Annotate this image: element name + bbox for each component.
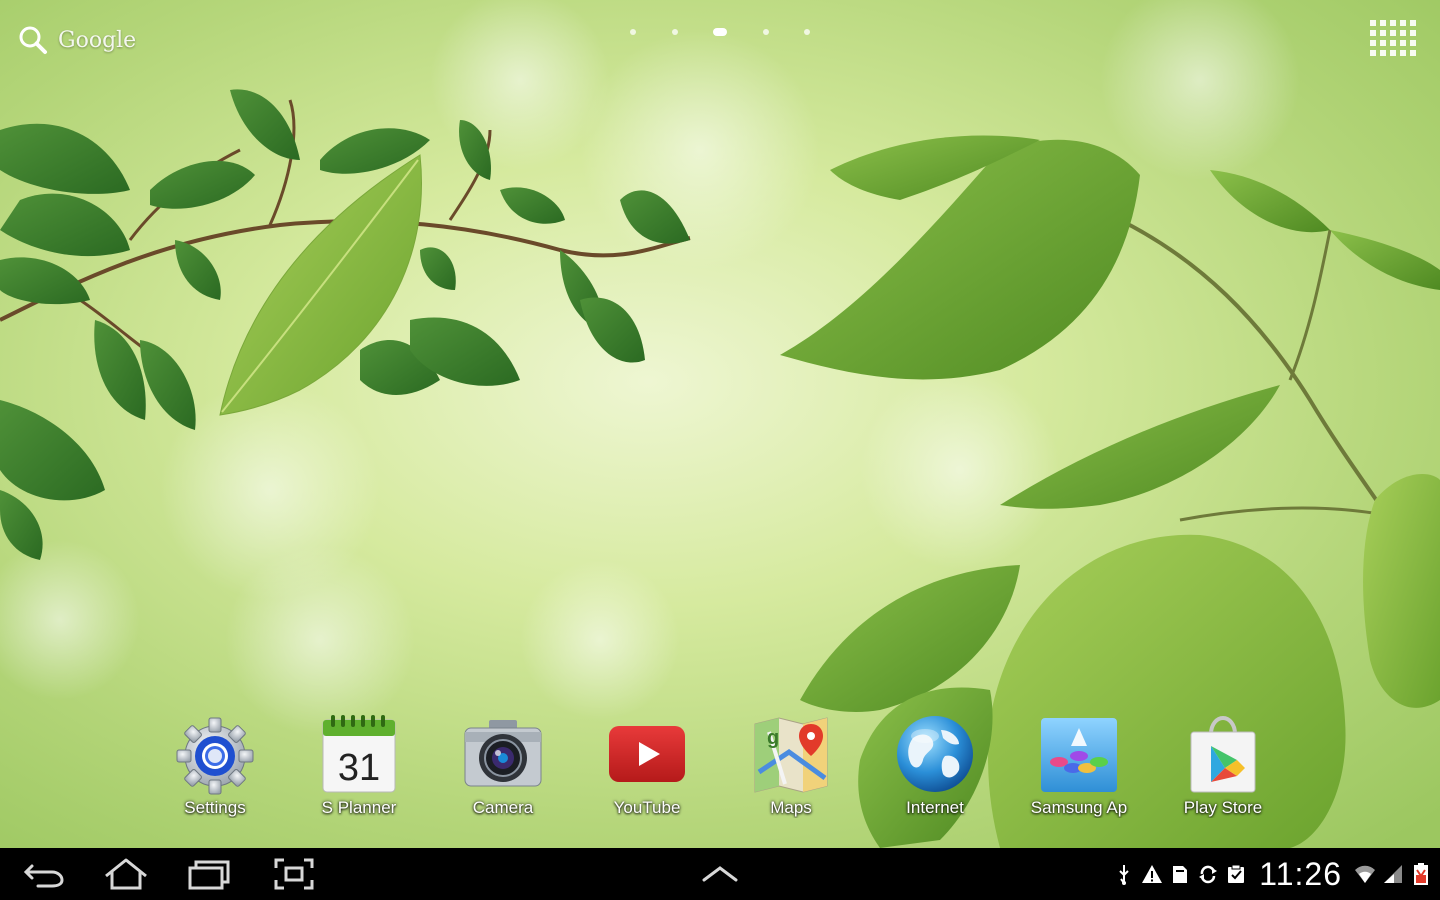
app-label: Play Store bbox=[1183, 798, 1263, 817]
clipboard-check-icon bbox=[1228, 864, 1245, 883]
clock-time: 11:26 bbox=[1259, 855, 1342, 892]
app-internet[interactable]: Internet bbox=[863, 712, 1007, 830]
camera-icon bbox=[464, 720, 542, 787]
page-dot-2[interactable] bbox=[671, 29, 678, 35]
page-dot-3-active[interactable] bbox=[713, 28, 727, 36]
youtube-play-icon bbox=[609, 726, 685, 782]
app-dock: Settings 31 S Planner Camera YouTube g M… bbox=[140, 712, 1300, 832]
app-label: Internet bbox=[906, 798, 964, 817]
app-samsung-apps[interactable]: Samsung Ap bbox=[1007, 712, 1151, 830]
battery-icon bbox=[1414, 863, 1428, 885]
svg-text:g: g bbox=[767, 727, 779, 749]
app-youtube[interactable]: YouTube bbox=[575, 712, 719, 830]
google-search-bar[interactable]: Google bbox=[18, 22, 136, 58]
search-icon bbox=[19, 26, 47, 54]
app-s-planner[interactable]: 31 S Planner bbox=[287, 712, 431, 830]
app-label: S Planner bbox=[321, 798, 397, 817]
screenshot-capture-icon[interactable] bbox=[268, 856, 320, 892]
calendar-icon: 31 bbox=[322, 715, 396, 793]
settings-gear-icon bbox=[176, 717, 254, 795]
sync-icon bbox=[1199, 865, 1218, 884]
calendar-day-text: 31 bbox=[338, 747, 380, 789]
app-label: Maps bbox=[770, 798, 812, 817]
back-icon[interactable] bbox=[18, 856, 70, 892]
page-dot-5[interactable] bbox=[804, 29, 810, 35]
app-label: YouTube bbox=[613, 798, 681, 817]
play-store-bag-icon bbox=[1190, 715, 1256, 793]
sd-card-icon bbox=[1173, 866, 1188, 883]
map-pin-icon: g bbox=[754, 717, 828, 793]
page-dot-4[interactable] bbox=[762, 29, 769, 35]
app-label: Settings bbox=[184, 798, 246, 817]
page-dot-1[interactable] bbox=[630, 29, 636, 35]
app-label: Samsung Ap bbox=[1030, 798, 1128, 817]
wifi-icon bbox=[1355, 865, 1375, 883]
google-search-label: Google bbox=[58, 27, 137, 53]
app-camera[interactable]: Camera bbox=[431, 712, 575, 830]
app-label: Camera bbox=[472, 798, 534, 817]
app-maps[interactable]: g Maps bbox=[719, 712, 863, 830]
system-navigation-bar: 11:26 bbox=[0, 848, 1440, 900]
home-icon[interactable] bbox=[100, 856, 152, 892]
home-page-indicator bbox=[630, 24, 810, 40]
app-settings[interactable]: Settings bbox=[143, 712, 287, 830]
globe-icon bbox=[897, 716, 973, 792]
usb-icon bbox=[1119, 865, 1130, 885]
app-drawer-grid-icon[interactable] bbox=[1368, 18, 1422, 66]
signal-icon bbox=[1384, 865, 1402, 883]
samsung-apps-icon bbox=[1041, 718, 1117, 792]
status-area[interactable]: 11:26 bbox=[1113, 848, 1432, 900]
home-screen: Google Settings 31 S Planner Camera YouT… bbox=[0, 0, 1440, 900]
chevron-up-icon[interactable] bbox=[694, 856, 746, 892]
app-play-store[interactable]: Play Store bbox=[1151, 712, 1295, 830]
warning-icon bbox=[1142, 865, 1163, 883]
recent-apps-icon[interactable] bbox=[184, 856, 236, 892]
